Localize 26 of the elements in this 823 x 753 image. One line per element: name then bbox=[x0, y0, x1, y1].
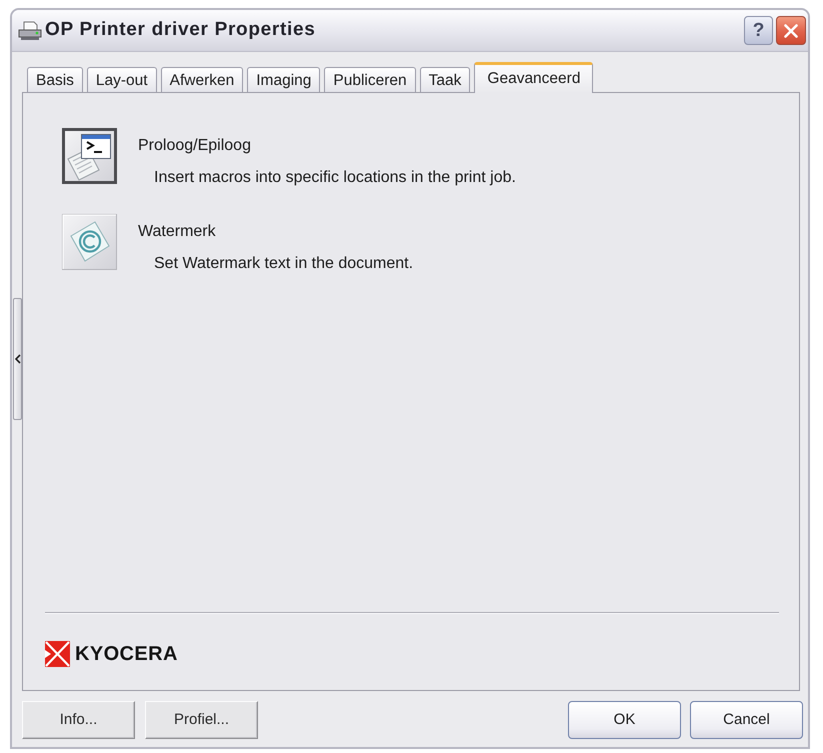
help-button[interactable]: ? bbox=[744, 16, 773, 45]
chevron-left-icon bbox=[14, 354, 20, 364]
tab[interactable]: Taak bbox=[420, 67, 470, 92]
dialog-button[interactable]: Profiel... bbox=[145, 701, 258, 739]
printer-icon bbox=[18, 20, 42, 40]
terminal-document-icon[interactable] bbox=[62, 128, 117, 184]
copyright-document-icon[interactable] bbox=[62, 214, 117, 270]
dialog-button[interactable]: Cancel bbox=[690, 701, 803, 739]
tab[interactable]: Geavanceerd bbox=[474, 62, 594, 93]
feature-description: Set Watermark text in the document. bbox=[154, 254, 414, 274]
window-title: OP Printer driver Properties bbox=[45, 18, 316, 42]
close-button[interactable] bbox=[776, 16, 806, 45]
tab[interactable]: Afwerken bbox=[160, 67, 244, 92]
feature-description: Insert macros into specific locations in the print job. bbox=[154, 168, 516, 188]
tab[interactable]: Basis bbox=[27, 67, 83, 92]
dialog-button[interactable]: OK bbox=[568, 701, 681, 739]
tab[interactable]: Publiceren bbox=[324, 67, 416, 92]
dialog-button[interactable]: Info... bbox=[22, 701, 135, 739]
tab[interactable]: Lay-out bbox=[86, 67, 157, 92]
logo-wordmark: KYOCERA bbox=[75, 644, 178, 664]
tab[interactable]: Imaging bbox=[247, 67, 320, 92]
collapse-handle[interactable] bbox=[13, 298, 22, 420]
feature-title[interactable]: Proloog/Epiloog bbox=[138, 134, 251, 158]
feature-title[interactable]: Watermerk bbox=[138, 220, 216, 244]
logo-mark-icon bbox=[45, 641, 70, 667]
close-icon bbox=[784, 24, 798, 38]
